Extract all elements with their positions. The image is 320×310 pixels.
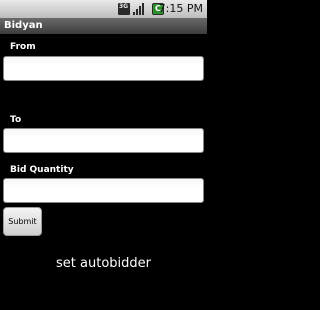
status-time: 7:15 PM xyxy=(158,2,203,15)
submit-button[interactable]: Submit xyxy=(3,207,42,236)
to-label: To xyxy=(10,115,22,125)
set-autobidder-link[interactable]: set autobidder xyxy=(0,256,207,272)
network-3g-icon: 3G xyxy=(118,3,130,15)
status-bar: 3G C 7:15 PM xyxy=(0,0,207,18)
bid-quantity-label: Bid Quantity xyxy=(10,165,74,175)
signal-strength-icon xyxy=(133,3,145,15)
app-title-bar: Bidyan xyxy=(0,18,207,34)
bid-quantity-input[interactable] xyxy=(3,178,204,203)
from-input[interactable] xyxy=(3,56,204,81)
app-title: Bidyan xyxy=(4,20,43,31)
network-badge-text: 3G xyxy=(119,3,129,10)
from-label: From xyxy=(10,42,36,52)
to-input[interactable] xyxy=(3,128,204,153)
